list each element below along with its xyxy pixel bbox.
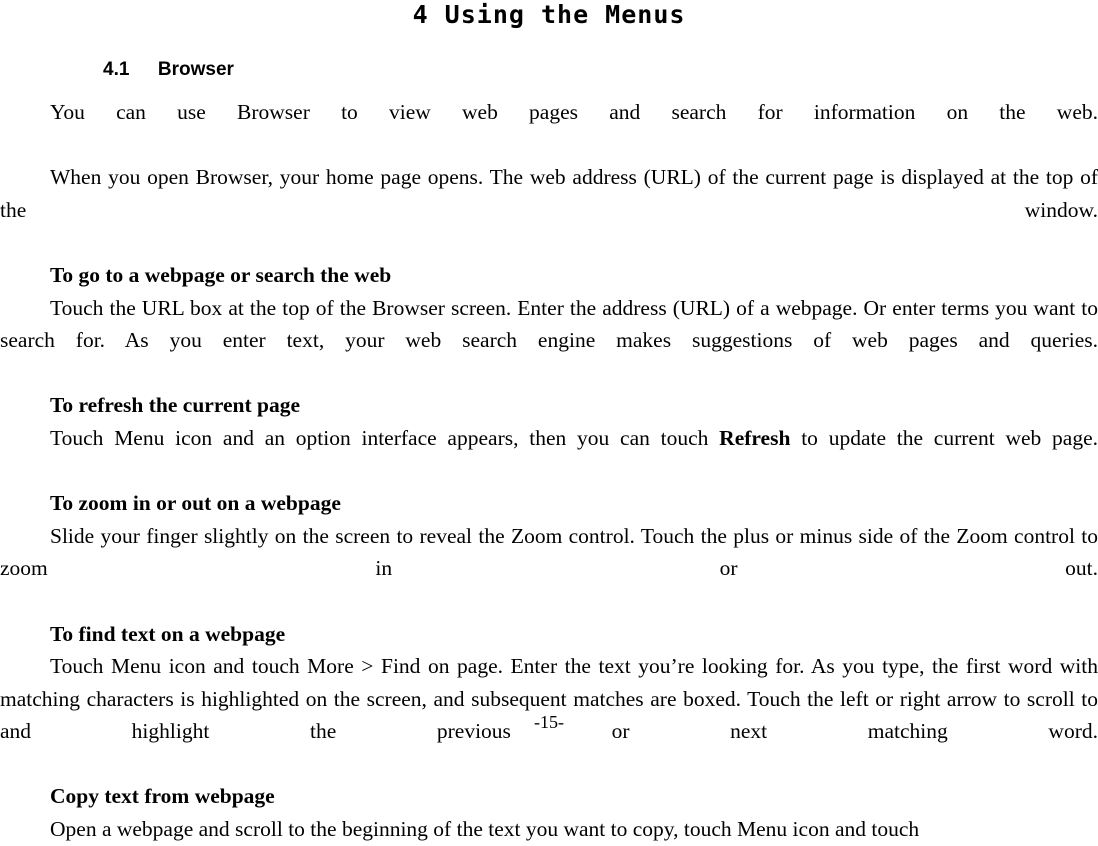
refresh-bold-term: Refresh [719,425,791,450]
subheading-zoom-webpage: To zoom in or out on a webpage [50,491,341,516]
paragraph-goto-webpage: Touch the URL box at the top of the Brow… [0,295,1098,353]
paragraph-intro-2: When you open Browser, your home page op… [0,165,1098,222]
page-number: -15- [534,712,564,732]
subheading-goto-webpage: To go to a webpage or search the web [50,262,392,287]
paragraph-zoom-webpage: Slide your finger slightly on the screen… [0,523,1098,581]
subheading-find-text: To find text on a webpage [50,621,286,646]
paragraph-refresh-text-before: Touch Menu icon and an option interface … [50,425,720,450]
paragraph-intro-1: You can use Browser to view web pages an… [50,100,1098,124]
document-body: You can use Browser to view web pages an… [0,96,1098,846]
subheading-refresh-page: To refresh the current page [50,393,301,418]
document-page: 4 Using the Menus 4.1 Browser You can us… [0,0,1098,841]
paragraph-copy-text: Open a webpage and scroll to the beginni… [50,817,920,842]
subheading-copy-text: Copy text from webpage [50,784,275,809]
chapter-title: 4 Using the Menus [412,0,686,29]
paragraph-refresh-text-after: to update the current web page. [790,425,1098,450]
section-heading: 4.1 Browser [103,59,234,80]
paragraph-refresh-page: Touch Menu icon and an option interface … [0,422,1098,487]
